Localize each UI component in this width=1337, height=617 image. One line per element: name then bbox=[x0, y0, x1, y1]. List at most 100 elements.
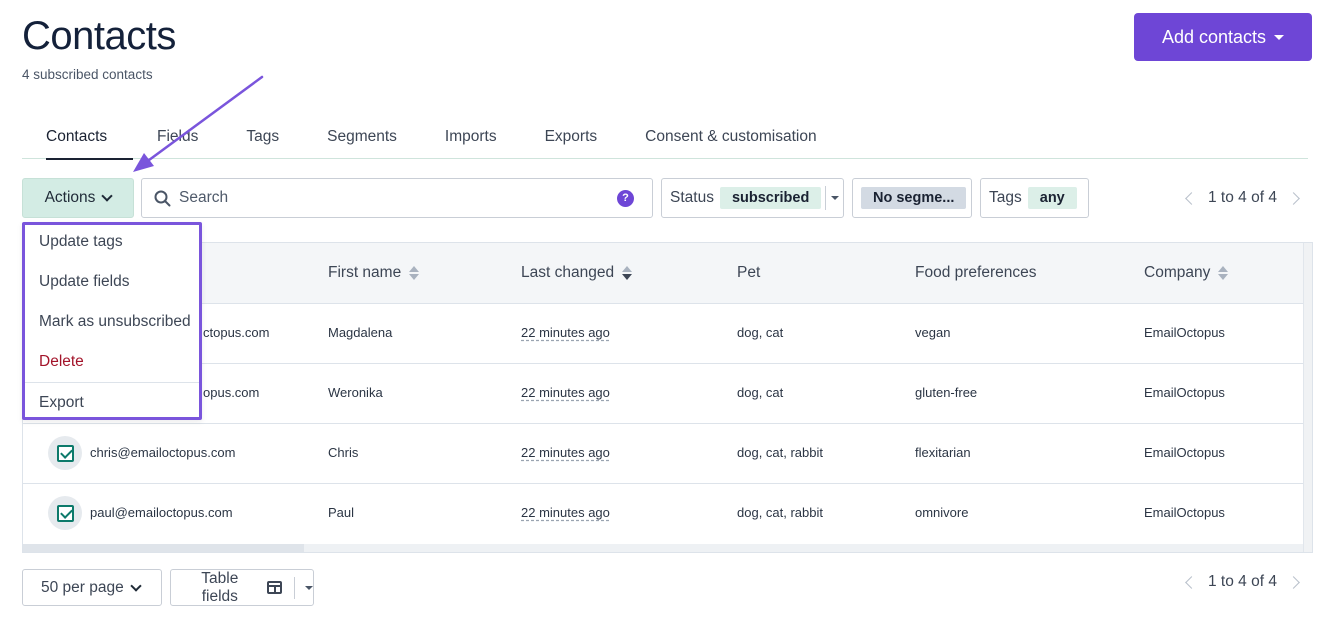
first-name-cell: Weronika bbox=[328, 385, 383, 400]
chevron-right-icon[interactable] bbox=[1287, 575, 1300, 589]
chevron-down-icon bbox=[101, 190, 114, 202]
search-input[interactable] bbox=[179, 189, 617, 207]
caret-down-icon bbox=[305, 585, 313, 590]
contact-count: 4 subscribed contacts bbox=[22, 67, 153, 82]
chevron-left-icon[interactable] bbox=[1185, 191, 1198, 205]
pet-cell: dog, cat, rabbit bbox=[737, 445, 823, 460]
vertical-scrollbar[interactable] bbox=[1303, 243, 1312, 552]
menu-item-export[interactable]: Export bbox=[39, 394, 84, 412]
checkmark-icon bbox=[56, 504, 74, 522]
actions-menu: Update tags Update fields Mark as unsubs… bbox=[22, 222, 202, 420]
tab-contacts[interactable]: Contacts bbox=[46, 118, 133, 160]
checkmark-icon bbox=[56, 444, 74, 462]
pet-cell: dog, cat, rabbit bbox=[737, 505, 823, 520]
caret-down-icon bbox=[1274, 34, 1285, 40]
food-cell: omnivore bbox=[915, 505, 969, 520]
column-header-pet: Pet bbox=[737, 264, 760, 282]
search-icon bbox=[154, 190, 171, 206]
status-filter[interactable]: Status subscribed bbox=[661, 178, 844, 218]
email-cell[interactable]: chris@emailoctopus.com bbox=[90, 445, 235, 460]
menu-item-update-tags[interactable]: Update tags bbox=[39, 233, 123, 251]
pagination-text: 1 to 4 of 4 bbox=[1208, 189, 1277, 206]
status-dropdown-toggle[interactable] bbox=[826, 196, 843, 200]
table-row[interactable]: opus.com Weronika 22 minutes ago dog, ca… bbox=[23, 364, 1303, 424]
tab-consent[interactable]: Consent & customisation bbox=[645, 118, 816, 159]
contacts-table: First name Last changed Pet Food prefere… bbox=[22, 242, 1313, 553]
tags-filter-value: any bbox=[1027, 187, 1077, 209]
row-checkbox[interactable] bbox=[48, 436, 82, 470]
first-name-cell: Paul bbox=[328, 505, 355, 520]
pet-cell: dog, cat bbox=[737, 325, 784, 340]
actions-button[interactable]: Actions bbox=[22, 178, 134, 218]
email-cell[interactable]: paul@emailoctopus.com bbox=[90, 505, 233, 520]
horizontal-scrollbar[interactable] bbox=[23, 544, 1303, 552]
email-cell[interactable]: ctopus.com bbox=[203, 325, 269, 340]
chevron-down-icon bbox=[130, 579, 142, 592]
table-row[interactable]: ctopus.com Magdalena 22 minutes ago dog,… bbox=[23, 304, 1303, 364]
column-header-first-name[interactable]: First name bbox=[328, 264, 420, 282]
tab-exports[interactable]: Exports bbox=[545, 118, 598, 159]
bottom-pagination: 1 to 4 of 4 bbox=[1185, 573, 1300, 591]
table-fields-label: Table fields bbox=[201, 569, 239, 605]
table-fields-button[interactable]: Table fields bbox=[170, 569, 314, 606]
email-cell[interactable]: opus.com bbox=[203, 385, 259, 400]
page-title: Contacts bbox=[22, 14, 176, 58]
food-cell: vegan bbox=[915, 325, 951, 340]
add-contacts-button[interactable]: Add contacts bbox=[1134, 13, 1312, 61]
search-box: ? bbox=[141, 178, 653, 218]
menu-item-delete[interactable]: Delete bbox=[39, 353, 84, 371]
row-checkbox[interactable] bbox=[48, 496, 82, 530]
column-header-last-changed[interactable]: Last changed bbox=[521, 264, 633, 282]
menu-item-update-fields[interactable]: Update fields bbox=[39, 273, 129, 291]
per-page-label: 50 per page bbox=[41, 578, 124, 596]
help-icon[interactable]: ? bbox=[617, 189, 634, 207]
table-row[interactable]: chris@emailoctopus.com Chris 22 minutes … bbox=[23, 424, 1303, 484]
company-cell: EmailOctopus bbox=[1144, 445, 1225, 460]
tab-tags[interactable]: Tags bbox=[246, 118, 279, 159]
segment-filter-value: No segme... bbox=[861, 187, 967, 209]
status-filter-label: Status bbox=[670, 189, 714, 206]
divider bbox=[294, 576, 295, 599]
tab-imports[interactable]: Imports bbox=[445, 118, 497, 159]
add-contacts-label: Add contacts bbox=[1161, 26, 1267, 47]
food-cell: flexitarian bbox=[915, 445, 971, 460]
toolbar: Actions ? Status subscribed No segme... … bbox=[0, 178, 1337, 218]
tags-filter-label: Tags bbox=[989, 189, 1022, 206]
actions-label: Actions bbox=[44, 189, 96, 206]
table-header: First name Last changed Pet Food prefere… bbox=[23, 243, 1303, 304]
scrollbar-thumb[interactable] bbox=[23, 544, 304, 552]
chevron-left-icon[interactable] bbox=[1185, 575, 1198, 589]
company-cell: EmailOctopus bbox=[1144, 325, 1225, 340]
column-header-food-preferences: Food preferences bbox=[915, 264, 1037, 282]
table-columns-icon bbox=[266, 581, 283, 594]
first-name-cell: Chris bbox=[328, 445, 359, 460]
table-row[interactable]: paul@emailoctopus.com Paul 22 minutes ag… bbox=[23, 484, 1303, 544]
menu-item-mark-unsubscribed[interactable]: Mark as unsubscribed bbox=[39, 313, 191, 331]
column-header-company[interactable]: Company bbox=[1144, 264, 1229, 282]
tab-bar: Contacts Fields Tags Segments Imports Ex… bbox=[22, 118, 1308, 160]
tags-filter[interactable]: Tags any bbox=[980, 178, 1089, 218]
per-page-select[interactable]: 50 per page bbox=[22, 569, 162, 606]
chevron-right-icon[interactable] bbox=[1287, 191, 1300, 205]
pagination-text: 1 to 4 of 4 bbox=[1208, 573, 1277, 590]
first-name-cell: Magdalena bbox=[328, 325, 393, 340]
column-label: First name bbox=[328, 264, 402, 281]
sort-icon bbox=[409, 266, 420, 280]
column-label: Pet bbox=[737, 264, 761, 281]
caret-down-icon bbox=[830, 196, 839, 200]
column-label: Company bbox=[1144, 264, 1211, 281]
company-cell: EmailOctopus bbox=[1144, 385, 1225, 400]
company-cell: EmailOctopus bbox=[1144, 505, 1225, 520]
tab-segments[interactable]: Segments bbox=[327, 118, 397, 159]
segment-filter[interactable]: No segme... bbox=[852, 178, 972, 218]
menu-divider bbox=[25, 382, 199, 383]
column-label: Food preferences bbox=[915, 264, 1037, 281]
tab-fields[interactable]: Fields bbox=[157, 118, 198, 159]
last-changed-cell: 22 minutes ago bbox=[521, 385, 610, 400]
sort-icon bbox=[622, 266, 633, 280]
sort-icon bbox=[1218, 266, 1229, 280]
food-cell: gluten-free bbox=[915, 385, 978, 400]
column-label: Last changed bbox=[521, 264, 615, 281]
last-changed-cell: 22 minutes ago bbox=[521, 505, 610, 520]
top-pagination: 1 to 4 of 4 bbox=[1185, 189, 1300, 207]
